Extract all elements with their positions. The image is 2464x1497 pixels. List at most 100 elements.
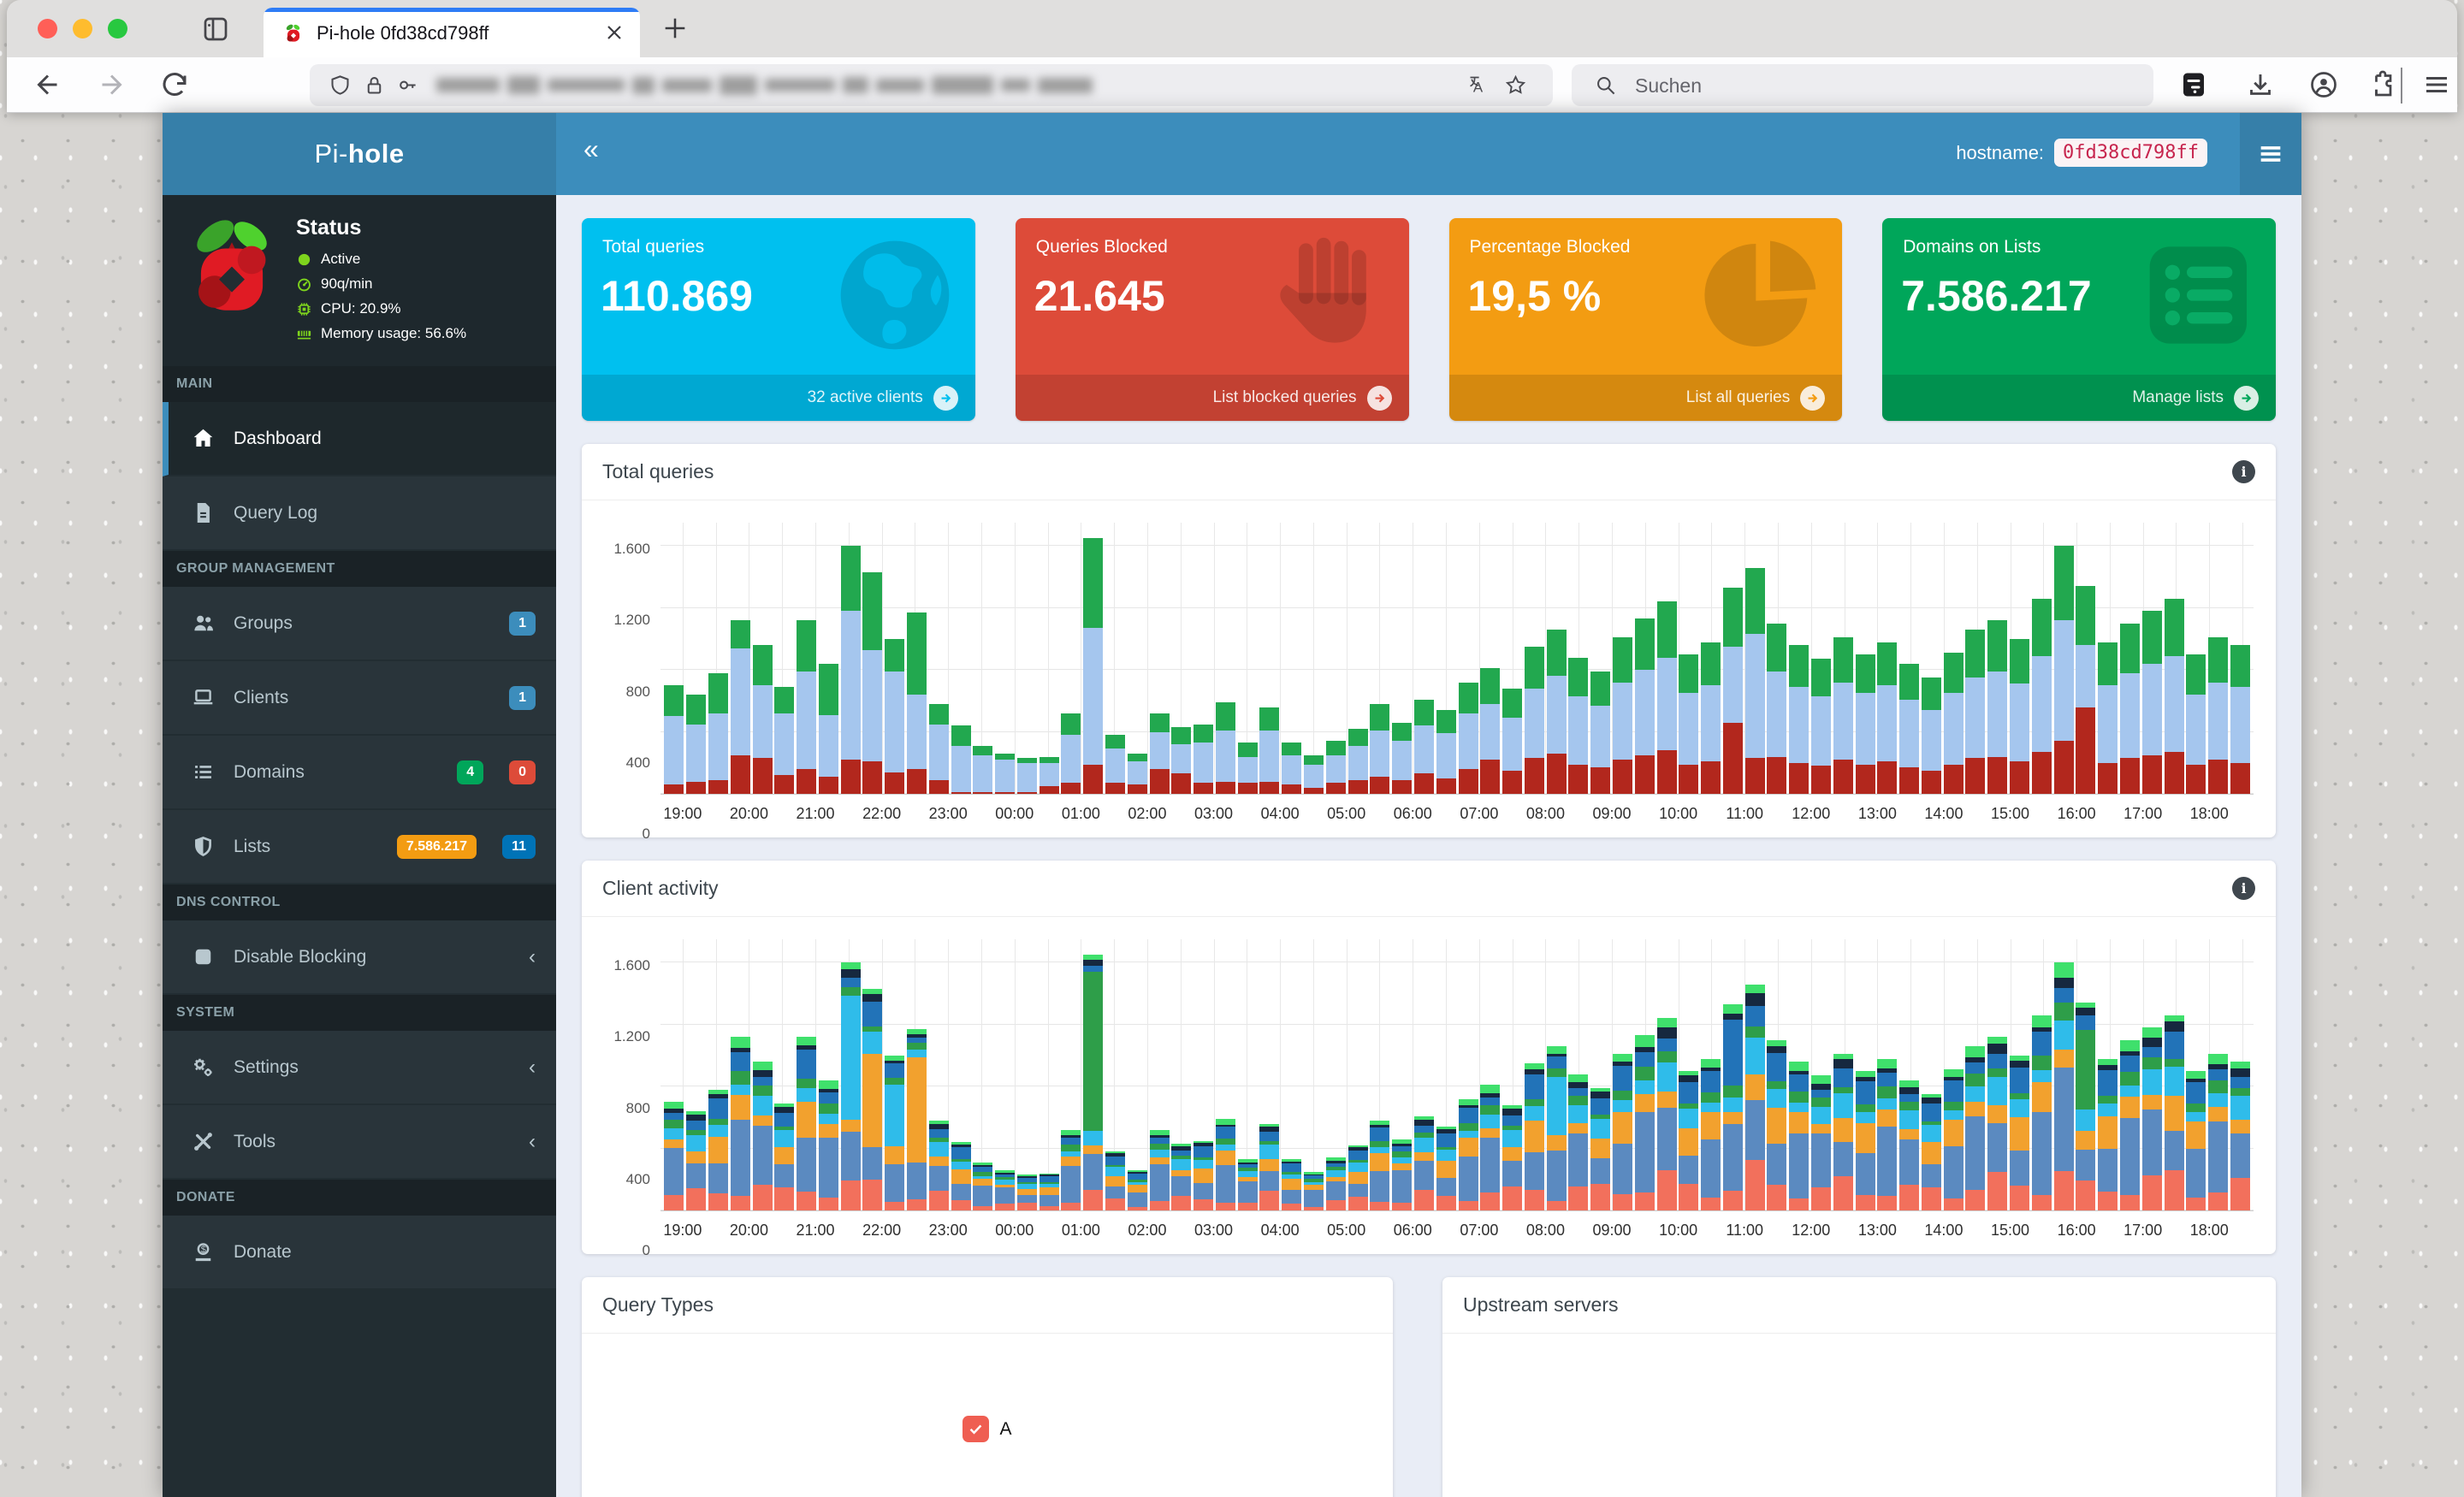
svg-text:$: $	[201, 1245, 206, 1255]
translate-icon[interactable]: A	[1466, 74, 1490, 97]
x-tick-label: 15:00	[1990, 1222, 2030, 1239]
x-tick-label: 20:00	[729, 805, 768, 822]
sidebar-item-tools[interactable]: Tools ‹	[163, 1105, 556, 1180]
reload-button[interactable]	[159, 69, 190, 100]
y-tick-label: 800	[625, 1099, 650, 1116]
sidebar-collapse-button[interactable]: «	[583, 133, 599, 165]
tracking-protection-shield-icon[interactable]	[329, 74, 352, 97]
x-tick-label: 21:00	[796, 1222, 835, 1239]
panel-title: Total queries	[602, 460, 714, 482]
y-tick-label: 1.200	[613, 612, 650, 629]
panel-header: Query Types	[582, 1277, 1393, 1334]
desktop: { "browser": { "tab_title": "Pi-hole 0fd…	[0, 0, 2464, 1497]
badge: 4	[457, 760, 484, 784]
sidebar-item-disable-blocking[interactable]: Disable Blocking ‹	[163, 920, 556, 995]
lock-icon[interactable]	[363, 74, 386, 97]
downloads-icon[interactable]	[2245, 69, 2276, 100]
info-icon[interactable]: i	[2232, 460, 2255, 483]
users-icon	[194, 615, 213, 631]
panel-upstream-servers: Upstream servers	[1442, 1277, 2276, 1497]
y-axis: 0 400 800 1.200 1.600	[589, 939, 660, 1258]
sidebar-item-clients[interactable]: Clients 1	[163, 661, 556, 736]
x-tick-label: 20:00	[729, 1222, 768, 1239]
panel-title: Query Types	[602, 1293, 714, 1316]
card-link-active-clients[interactable]: 32 active clients	[582, 375, 975, 421]
y-tick-label: 400	[625, 1170, 650, 1187]
x-tick-label: 09:00	[1592, 1222, 1632, 1239]
tab-bar: Pi-hole 0fd38cd798ff	[7, 0, 2457, 57]
hostname-label: hostname:	[1956, 141, 2045, 163]
app-menu-button[interactable]	[2240, 113, 2301, 195]
card-link-all-queries[interactable]: List all queries	[1448, 375, 1843, 421]
sidebar-item-groups[interactable]: Groups 1	[163, 587, 556, 661]
container-icon[interactable]	[2178, 69, 2209, 100]
y-tick-label: 1.600	[613, 957, 650, 974]
badge: 11	[502, 834, 536, 859]
minimize-window-button[interactable]	[73, 19, 92, 38]
back-button[interactable]	[33, 69, 63, 100]
sidebar-item-settings[interactable]: Settings ‹	[163, 1031, 556, 1105]
url-bar[interactable]: A	[310, 64, 1553, 106]
hostname-value: 0fd38cd798ff	[2054, 139, 2207, 167]
account-icon[interactable]	[2308, 69, 2339, 100]
sidebar-item-query-log[interactable]: Query Log	[163, 476, 556, 551]
chevron-left-icon: ‹	[529, 1129, 536, 1153]
sidebar-item-label: Query Log	[234, 502, 318, 523]
sidebar-item-label: Disable Blocking	[234, 946, 367, 967]
y-tick-label: 400	[625, 754, 650, 771]
search-placeholder: Suchen	[1635, 74, 1703, 97]
x-tick-label: 14:00	[1924, 805, 1964, 822]
badge: 0	[509, 760, 536, 784]
globe-icon	[840, 240, 950, 350]
card-value: 19,5 %	[1467, 272, 1602, 320]
brand-light: Pi-	[314, 139, 348, 169]
new-tab-button[interactable]	[660, 14, 690, 43]
x-tick-label: 13:00	[1857, 1222, 1897, 1239]
gears-icon	[194, 1058, 212, 1077]
query-types-legend-item[interactable]: A	[582, 1416, 1393, 1442]
pie-chart-icon	[1704, 240, 1816, 346]
gauge-icon	[298, 278, 311, 291]
x-axis: 19:00 20:00 21:00 22:00 23:00 00:00 01:00 02:00…	[660, 795, 2254, 834]
sidebar-item-donate[interactable]: $ Donate	[163, 1216, 556, 1290]
browser-menu-icon[interactable]	[2421, 69, 2452, 100]
sidebar-toggle-icon[interactable]	[200, 14, 231, 44]
status-row: 90q/min	[296, 275, 466, 293]
chart-plot	[660, 523, 2254, 795]
info-icon[interactable]: i	[2232, 877, 2255, 900]
card-link-manage-lists[interactable]: Manage lists	[1882, 375, 2276, 421]
x-tick-label: 02:00	[1128, 1222, 1167, 1239]
x-tick-label: 02:00	[1128, 805, 1167, 822]
extensions-puzzle-icon[interactable]	[2365, 69, 2396, 100]
maximize-window-button[interactable]	[108, 19, 127, 38]
hand-icon	[1279, 237, 1366, 343]
pihole-page: Pi-hole « hostname: 0fd38cd798ff Status …	[163, 113, 2301, 1497]
forward-button[interactable]	[96, 69, 127, 100]
search-bar[interactable]: Suchen	[1572, 64, 2153, 106]
cpu-icon	[298, 302, 311, 316]
sidebar-item-domains[interactable]: Domains 4 0	[163, 736, 556, 810]
panel-header: Client activity i	[582, 861, 2276, 917]
x-tick-label: 05:00	[1327, 1222, 1366, 1239]
card-value: 21.645	[1034, 272, 1165, 320]
close-window-button[interactable]	[38, 19, 57, 38]
shield-icon	[195, 837, 211, 856]
app-logo[interactable]: Pi-hole	[163, 113, 556, 195]
panel-total-queries: Total queries i 0 400 800 1.200 1.600 19:00 2…	[582, 444, 2276, 842]
x-tick-label: 04:00	[1260, 1222, 1300, 1239]
sidebar-item-lists[interactable]: Lists 7.586.217 11	[163, 810, 556, 885]
badge: 7.586.217	[396, 834, 477, 859]
bars	[660, 523, 2254, 794]
main-content: Total queries 110.869 32 active clients	[556, 195, 2301, 1497]
key-icon[interactable]	[395, 74, 418, 97]
sidebar-item-dashboard[interactable]: Dashboard	[163, 402, 556, 476]
home-icon	[193, 429, 213, 447]
badge: 1	[509, 685, 536, 710]
card-link-blocked-queries[interactable]: List blocked queries	[1015, 375, 1409, 421]
chart-plot	[660, 939, 2254, 1211]
legend-label[interactable]: A	[999, 1419, 1011, 1440]
browser-tab[interactable]: Pi-hole 0fd38cd798ff	[264, 8, 640, 57]
checkbox-checked[interactable]	[962, 1416, 990, 1442]
close-tab-icon[interactable]	[602, 21, 626, 44]
bookmark-star-icon[interactable]	[1504, 74, 1527, 97]
